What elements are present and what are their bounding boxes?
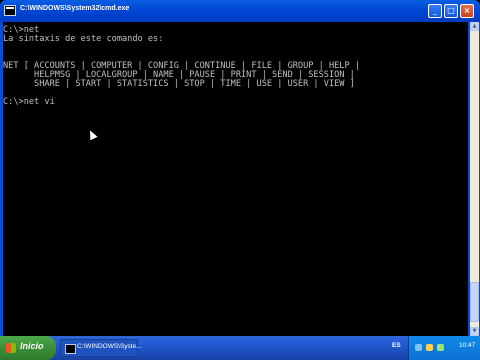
scroll-thumb[interactable] <box>470 282 479 322</box>
start-button[interactable]: Inicio <box>0 336 56 360</box>
network-icon[interactable] <box>415 344 422 351</box>
cmd-window: C:\WINDOWS\System32\cmd.exe _ □ × C:\>ne… <box>0 0 480 336</box>
taskbar: Inicio C:\WINDOWS\Syste... ES 10:47 <box>0 336 480 360</box>
console-output[interactable]: C:\>net La sintaxis de este comando es: … <box>3 22 468 336</box>
windows-flag-icon <box>6 343 16 353</box>
title-bar[interactable]: C:\WINDOWS\System32\cmd.exe _ □ × <box>0 0 480 22</box>
cmd-icon[interactable] <box>4 5 16 16</box>
security-icon[interactable] <box>437 344 444 351</box>
scroll-down-button[interactable]: ▼ <box>470 327 479 336</box>
start-label: Inicio <box>20 341 44 351</box>
clock[interactable]: 10:47 <box>459 342 475 349</box>
maximize-button[interactable]: □ <box>444 4 458 18</box>
scroll-up-button[interactable]: ▲ <box>470 22 479 31</box>
cmd-icon <box>65 344 76 354</box>
taskbar-item-label: C:\WINDOWS\Syste... <box>77 343 142 350</box>
console-text: C:\>net La sintaxis de este comando es: … <box>3 25 360 107</box>
taskbar-item-cmd[interactable]: C:\WINDOWS\Syste... <box>60 339 142 357</box>
minimize-button[interactable]: _ <box>428 4 442 18</box>
close-button[interactable]: × <box>460 4 474 18</box>
language-indicator[interactable]: ES <box>392 342 401 349</box>
volume-icon[interactable] <box>426 344 433 351</box>
system-tray: 10:47 <box>408 336 480 360</box>
vertical-scrollbar[interactable]: ▲ ▼ <box>470 22 479 336</box>
window-title: C:\WINDOWS\System32\cmd.exe <box>20 5 130 12</box>
